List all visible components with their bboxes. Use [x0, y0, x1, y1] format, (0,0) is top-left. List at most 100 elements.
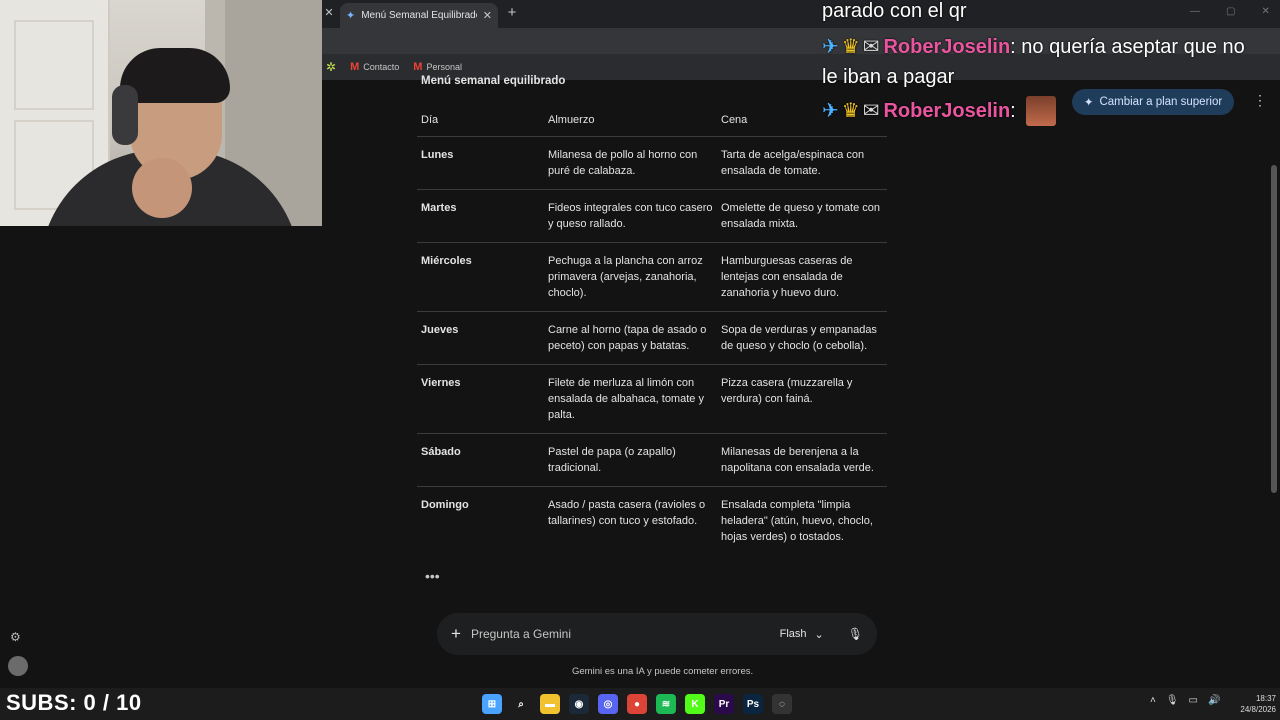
mail-badge-icon: ✉ [862, 36, 880, 58]
chat-message: ✈ ♛ ✉ RoberJoselin: [822, 98, 1016, 123]
close-icon[interactable]: ✕ [322, 6, 336, 22]
subs-counter: SUBS: 0 / 10 [6, 690, 142, 715]
file-explorer-icon[interactable]: ▬ [540, 694, 560, 714]
table-row: Sábado Pastel de papa (o zapallo) tradic… [417, 433, 887, 487]
apps-icon[interactable]: ✲ [326, 60, 336, 74]
mail-badge-icon: ✉ [862, 100, 880, 122]
gmail-icon: M [413, 61, 423, 73]
model-label: Flash [779, 628, 807, 640]
dinner-cell: Ensalada completa "limpia heladera" (atú… [721, 499, 873, 543]
lunch-cell: Filete de merluza al limón con ensalada … [544, 364, 717, 434]
day-cell: Sábado [417, 433, 544, 487]
chevron-up-icon[interactable]: ˄ [1150, 695, 1156, 706]
crown-badge-icon: ♛ [841, 100, 860, 122]
lunch-cell: Fideos integrales con tuco casero y ques… [544, 189, 717, 243]
new-tab-button[interactable]: + [503, 5, 521, 23]
table-row: Lunes Milanesa de pollo al horno con pur… [417, 136, 887, 190]
day-cell: Viernes [417, 364, 544, 434]
table-row: Domingo Asado / pasta casera (ravioles o… [417, 487, 887, 556]
dinner-cell: Sopa de verduras y empanadas de queso y … [717, 311, 887, 365]
dinner-cell: Milanesas de berenjena a la napolitana c… [717, 433, 887, 487]
lunch-cell: Carne al horno (tapa de asado o peceto) … [544, 311, 717, 365]
avatar[interactable] [8, 656, 28, 676]
chat-text: : [1010, 100, 1016, 122]
settings-icon[interactable]: ⚙ [10, 630, 24, 644]
menu-table: Día Almuerzo Cena Lunes Milanesa de poll… [417, 108, 887, 555]
dinner-cell: Hamburguesas caseras de lentejas con ens… [717, 242, 887, 312]
volume-icon[interactable]: 🔊 [1208, 695, 1220, 706]
gemini-icon: ✦ [346, 10, 356, 22]
close-tab-icon[interactable]: ✕ [483, 9, 492, 22]
bookmark-label: Personal [426, 62, 462, 72]
system-tray: ˄ 🎙 ▭ 🔊 [1150, 695, 1220, 706]
page-title: Menú semanal equilibrado [421, 75, 566, 87]
day-cell: Miércoles [417, 242, 544, 312]
search-icon[interactable]: ⌕ [511, 694, 531, 714]
plus-icon[interactable]: + [451, 624, 461, 644]
lunch-cell: Pechuga a la plancha con arroz primavera… [544, 242, 717, 312]
clock[interactable]: 18:37 24/8/2026 [1232, 693, 1276, 715]
headset [112, 85, 138, 145]
sword-badge-icon: ✈ [822, 100, 839, 122]
day-cell: Lunes [417, 136, 544, 190]
table-row: Jueves Carne al horno (tapa de asado o p… [417, 311, 887, 365]
bookmark-personal[interactable]: M Personal [413, 61, 462, 73]
table-header-row: Día Almuerzo Cena [417, 108, 887, 137]
chat-badges: ✈ ♛ ✉ [822, 34, 879, 59]
table-row: Viernes Filete de merluza al limón con e… [417, 364, 887, 434]
obs-icon[interactable]: ◌ [772, 694, 792, 714]
disclaimer: Gemini es una IA y puede cometer errores… [572, 666, 754, 677]
chevron-down-icon: ⌄ [814, 628, 824, 641]
prompt-input[interactable]: Pregunta a Gemini [471, 627, 770, 641]
chat-emote [1026, 96, 1056, 126]
chat-line: le iban a pagar [822, 66, 955, 88]
network-icon[interactable]: ▭ [1189, 695, 1198, 706]
day-cell: Martes [417, 189, 544, 243]
spotify-icon[interactable]: ≋ [656, 694, 676, 714]
steam-icon[interactable]: ◉ [569, 694, 589, 714]
discord-icon[interactable]: ◎ [598, 694, 618, 714]
day-cell: Domingo [421, 499, 469, 511]
webcam-feed [0, 0, 322, 226]
dinner-cell: Tarta de acelga/espinaca con ensalada de… [717, 136, 887, 190]
gmail-icon: M [350, 61, 360, 73]
more-options-icon[interactable]: ••• [425, 568, 440, 584]
day-cell: Jueves [417, 311, 544, 365]
bookmark-label: Contacto [363, 62, 400, 72]
microphone-tray-icon[interactable]: 🎙 [1166, 695, 1179, 706]
hand [132, 158, 192, 218]
chrome-icon[interactable]: ● [627, 694, 647, 714]
column-header: Almuerzo [544, 108, 717, 137]
lunch-cell: Milanesa de pollo al horno con puré de c… [544, 136, 717, 190]
chat-badges: ✈ ♛ ✉ [822, 98, 879, 123]
chat-text: : no quería aseptar que no [1010, 36, 1245, 58]
taskbar-apps: ⊞ ⌕ ▬ ◉ ◎ ● ≋ K Pr Ps ◌ [482, 692, 792, 716]
model-selector[interactable]: Flash ⌄ [780, 628, 824, 641]
crown-badge-icon: ♛ [841, 36, 860, 58]
dinner-cell: Omelette de queso y tomate con ensalada … [717, 189, 887, 243]
door-panel [14, 20, 94, 110]
tab-title: Menú Semanal Equilibrado - Gemini [361, 10, 477, 21]
windows-start-icon[interactable]: ⊞ [482, 694, 502, 714]
chat-message: ✈ ♛ ✉ RoberJoselin: no quería aseptar qu… [822, 34, 1245, 59]
kick-icon[interactable]: K [685, 694, 705, 714]
microphone-icon[interactable]: 🎙 [848, 627, 863, 641]
date: 24/8/2026 [1240, 705, 1276, 714]
chat-username: RoberJoselin [883, 100, 1011, 122]
scrollbar[interactable] [1271, 165, 1277, 493]
time: 18:37 [1255, 694, 1276, 703]
table-row: Miércoles Pechuga a la plancha con arroz… [417, 242, 887, 312]
sword-badge-icon: ✈ [822, 36, 839, 58]
lunch-cell: Pastel de papa (o zapallo) tradicional. [544, 433, 717, 487]
chat-username: RoberJoselin [883, 36, 1011, 58]
lunch-cell: Asado / pasta casera (ravioles o tallari… [548, 499, 706, 527]
dinner-cell: Pizza casera (muzzarella y verdura) con … [717, 364, 887, 434]
bookmark-contacto[interactable]: M Contacto [350, 61, 399, 73]
prompt-box[interactable]: + Pregunta a Gemini Flash ⌄ 🎙 [437, 613, 877, 655]
table-row: Martes Fideos integrales con tuco casero… [417, 189, 887, 243]
chat-line: parado con el qr [822, 0, 967, 22]
premiere-icon[interactable]: Pr [714, 694, 734, 714]
tab-active[interactable]: ✦ Menú Semanal Equilibrado - Gemini ✕ [340, 3, 498, 28]
column-header: Día [417, 108, 544, 137]
photoshop-icon[interactable]: Ps [743, 694, 763, 714]
